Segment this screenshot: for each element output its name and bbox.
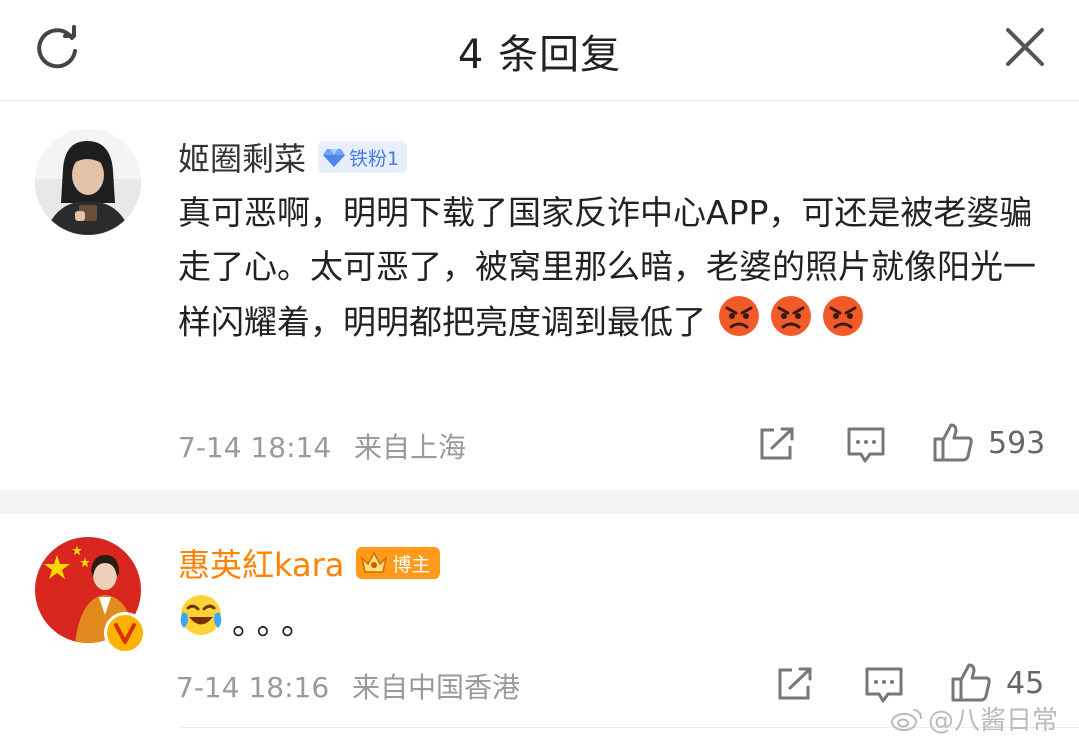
angry-emoji — [717, 294, 761, 354]
comment-icon[interactable] — [864, 666, 904, 704]
comment-item: 惠英紅kara 博主 。。。 7-14 18:16 来自中国香港 45 — [0, 514, 1079, 728]
comment-header: 姬圈剩菜 铁粉1 — [178, 134, 408, 180]
watermark-text: @八酱日常 — [928, 706, 1059, 736]
comment-icon[interactable] — [846, 426, 886, 464]
timestamp: 7-14 18:16 — [176, 671, 330, 704]
comment-text: 。。。 — [232, 603, 322, 642]
page-title: 4 条回复 — [457, 32, 622, 78]
timestamp: 7-14 18:14 — [178, 431, 332, 464]
fan-badge: 铁粉1 — [318, 141, 408, 173]
share-icon[interactable] — [776, 666, 814, 702]
location: 来自中国香港 — [352, 671, 521, 704]
share-icon[interactable] — [758, 426, 796, 462]
comment-text-block: 真可恶啊，明明下载了国家反诈中心APP，可还是被老婆骗走了心。太可恶了，被窝里那… — [178, 186, 1038, 354]
watermark: @八酱日常 — [890, 700, 1058, 737]
user-photo — [35, 129, 141, 235]
badge-label: 铁粉1 — [349, 147, 400, 170]
comment-meta: 7-14 18:16 来自中国香港 — [176, 666, 520, 706]
like-icon[interactable] — [950, 661, 992, 703]
comment-text: 真可恶啊，明明下载了国家反诈中心APP，可还是被老婆骗走了心。太可恶了，被窝里那… — [178, 193, 1036, 342]
comment-meta: 7-14 18:14 来自上海 — [178, 426, 466, 466]
username[interactable]: 惠英紅kara — [178, 540, 344, 586]
like-icon[interactable] — [932, 421, 974, 463]
weibo-logo-icon — [891, 708, 922, 731]
crown-icon — [361, 551, 388, 573]
diamond-icon — [323, 149, 346, 167]
comment-header: 惠英紅kara 博主 — [178, 540, 441, 586]
comment-text-block: 。。。 — [178, 592, 1038, 654]
reply-header: 4 条回复 — [0, 0, 1079, 101]
like-count: 593 — [988, 426, 1046, 461]
divider — [0, 490, 1079, 514]
avatar[interactable] — [35, 129, 141, 235]
angry-emoji — [821, 294, 865, 354]
comment-item: 姬圈剩菜 铁粉1 真可恶啊，明明下载了国家反诈中心APP，可还是被老婆骗走了心。… — [0, 100, 1079, 490]
location: 来自上海 — [354, 431, 467, 464]
verified-badge — [104, 612, 146, 654]
close-icon[interactable] — [1002, 24, 1048, 70]
username[interactable]: 姬圈剩菜 — [178, 134, 306, 180]
badge-label: 博主 — [392, 553, 431, 576]
blogger-badge: 博主 — [356, 547, 441, 579]
angry-emoji — [769, 294, 813, 354]
like-count: 45 — [1006, 666, 1045, 701]
verified-v-icon — [114, 623, 136, 644]
laughing-crying-emoji — [178, 592, 224, 654]
